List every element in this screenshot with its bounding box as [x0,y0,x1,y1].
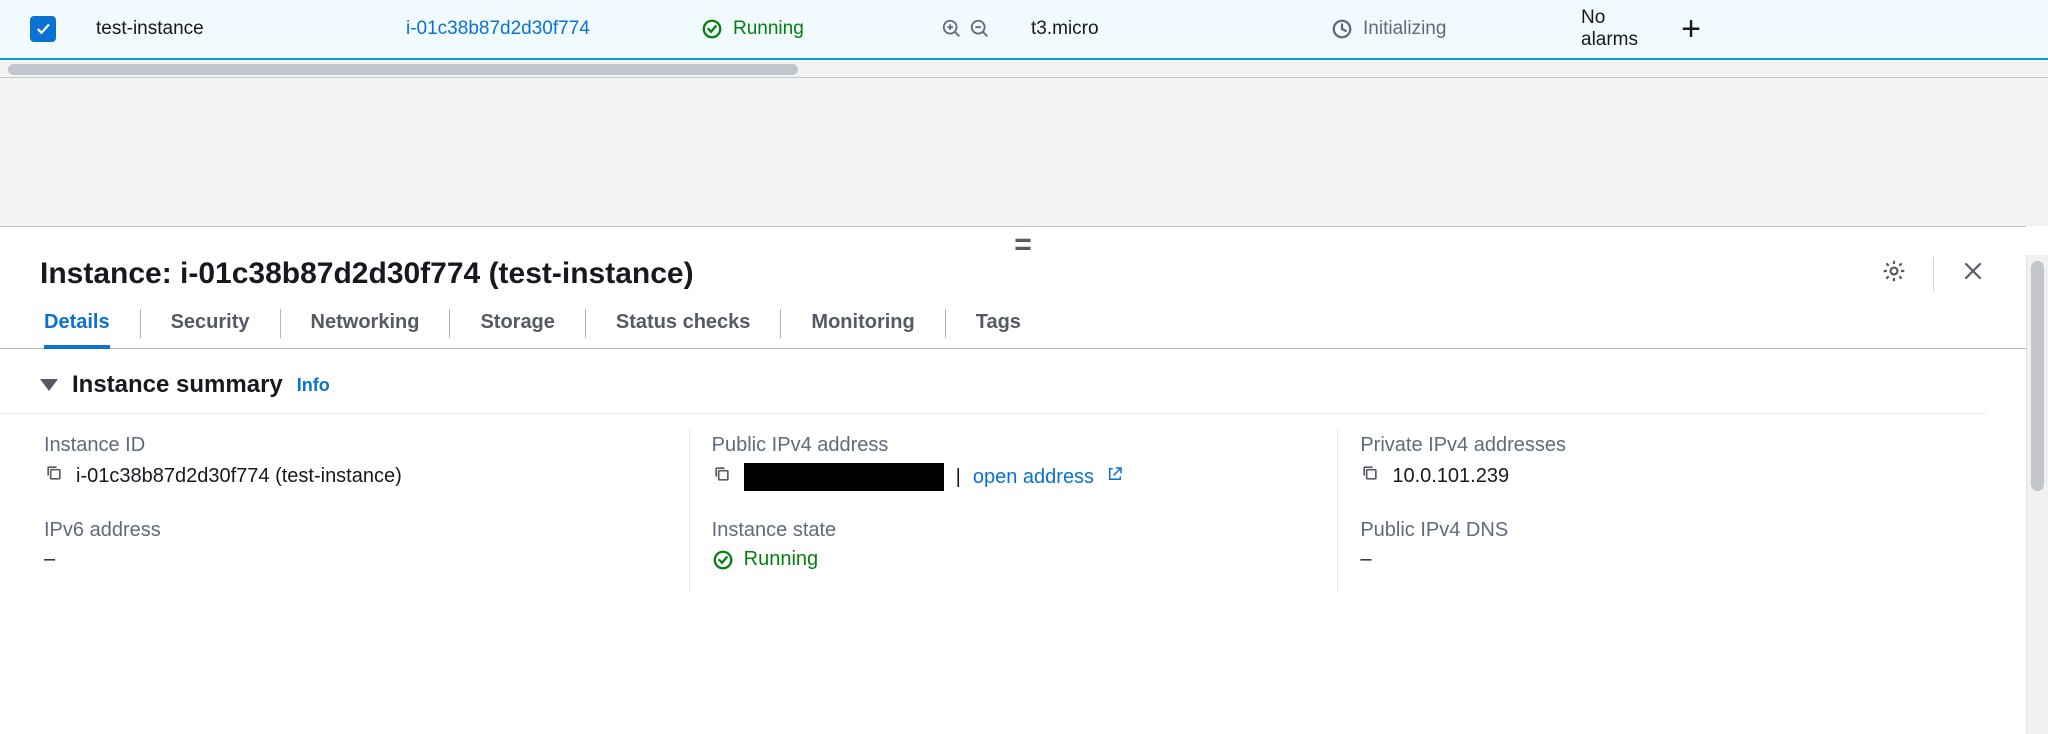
instance-state: Running [701,18,901,40]
instance-summary-grid: Instance ID i-01c38b87d2d30f774 (test-in… [0,414,2026,593]
copy-icon [1360,463,1380,483]
private-ipv4-label: Private IPv4 addresses [1360,434,1966,457]
info-link[interactable]: Info [297,375,330,396]
zoom-out-icon[interactable] [969,18,991,40]
tab-networking[interactable]: Networking [281,299,450,348]
check-circle-icon [712,549,734,571]
scrollbar-thumb[interactable] [2031,261,2044,491]
instance-id-label: Instance ID [44,434,669,457]
status-check-text: Initializing [1363,18,1446,40]
horizontal-scrollbar[interactable] [0,60,2048,78]
ipv6-value: – [44,548,55,571]
external-link-icon [1106,465,1124,489]
public-ipv4-label: Public IPv4 address [712,434,1318,457]
instance-id-link[interactable]: i-01c38b87d2d30f774 [406,18,661,40]
close-icon [1960,258,1986,284]
tab-security[interactable]: Security [141,299,280,348]
instance-state-label: Instance state [712,519,1318,542]
panel-tabs: Details Security Networking Storage Stat… [0,299,2026,349]
panel-title: Instance: i-01c38b87d2d30f774 (test-inst… [40,257,694,291]
gear-icon [1881,258,1907,284]
private-ipv4-value: 10.0.101.239 [1392,465,1509,488]
public-dns-value: – [1360,548,1371,571]
public-dns-label: Public IPv4 DNS [1360,519,1966,542]
close-panel-button[interactable] [1960,258,1986,290]
instance-type: t3.micro [1031,18,1291,40]
copy-private-ip-button[interactable] [1360,463,1380,489]
alarm-text: No alarms [1581,7,1661,51]
pipe: | [956,466,961,489]
copy-icon [44,463,64,483]
divider [1933,257,1934,291]
zoom-in-icon[interactable] [941,18,963,40]
tab-monitoring[interactable]: Monitoring [781,299,944,348]
cell-public-dns: Public IPv4 DNS – [1337,513,1986,593]
clock-icon [1331,18,1353,40]
instance-details-panel: Instance: i-01c38b87d2d30f774 (test-inst… [0,226,2026,603]
copy-icon [712,464,732,484]
row-checkbox[interactable] [30,16,56,42]
copy-instance-id-button[interactable] [44,463,64,489]
tab-details[interactable]: Details [14,299,140,348]
cell-public-ipv4: Public IPv4 address | open address [689,428,1338,513]
scrollbar-thumb[interactable] [8,64,798,75]
settings-button[interactable] [1881,258,1907,290]
cell-instance-id: Instance ID i-01c38b87d2d30f774 (test-in… [40,428,689,513]
section-title: Instance summary [72,371,283,399]
instance-state-value: Running [744,548,819,571]
caret-down-icon [40,379,58,391]
split-gap [0,78,2048,226]
zoom-controls [941,18,991,40]
instance-name: test-instance [96,18,366,40]
open-address-link[interactable]: open address [973,466,1094,489]
status-check: Initializing [1331,18,1541,40]
tab-storage[interactable]: Storage [450,299,584,348]
public-ipv4-value-redacted [744,463,944,491]
panel-drag-handle[interactable]: = [1014,230,1034,260]
add-alarm-button[interactable]: + [1681,12,1701,46]
check-circle-icon [701,18,723,40]
cell-ipv6: IPv6 address – [40,513,689,593]
tab-status-checks[interactable]: Status checks [586,299,781,348]
instance-id-value: i-01c38b87d2d30f774 (test-instance) [76,465,402,488]
cell-instance-state: Instance state Running [689,513,1338,593]
instance-state-text: Running [733,18,804,40]
instance-table-row[interactable]: test-instance i-01c38b87d2d30f774 Runnin… [0,0,2048,60]
tab-tags[interactable]: Tags [946,299,1051,348]
vertical-scrollbar[interactable] [2026,255,2048,734]
cell-private-ipv4: Private IPv4 addresses 10.0.101.239 [1337,428,1986,513]
copy-public-ip-button[interactable] [712,464,732,490]
instance-summary-header[interactable]: Instance summary Info [0,349,1986,414]
ipv6-label: IPv6 address [44,519,669,542]
alarm-cell: No alarms + [1581,7,1701,51]
